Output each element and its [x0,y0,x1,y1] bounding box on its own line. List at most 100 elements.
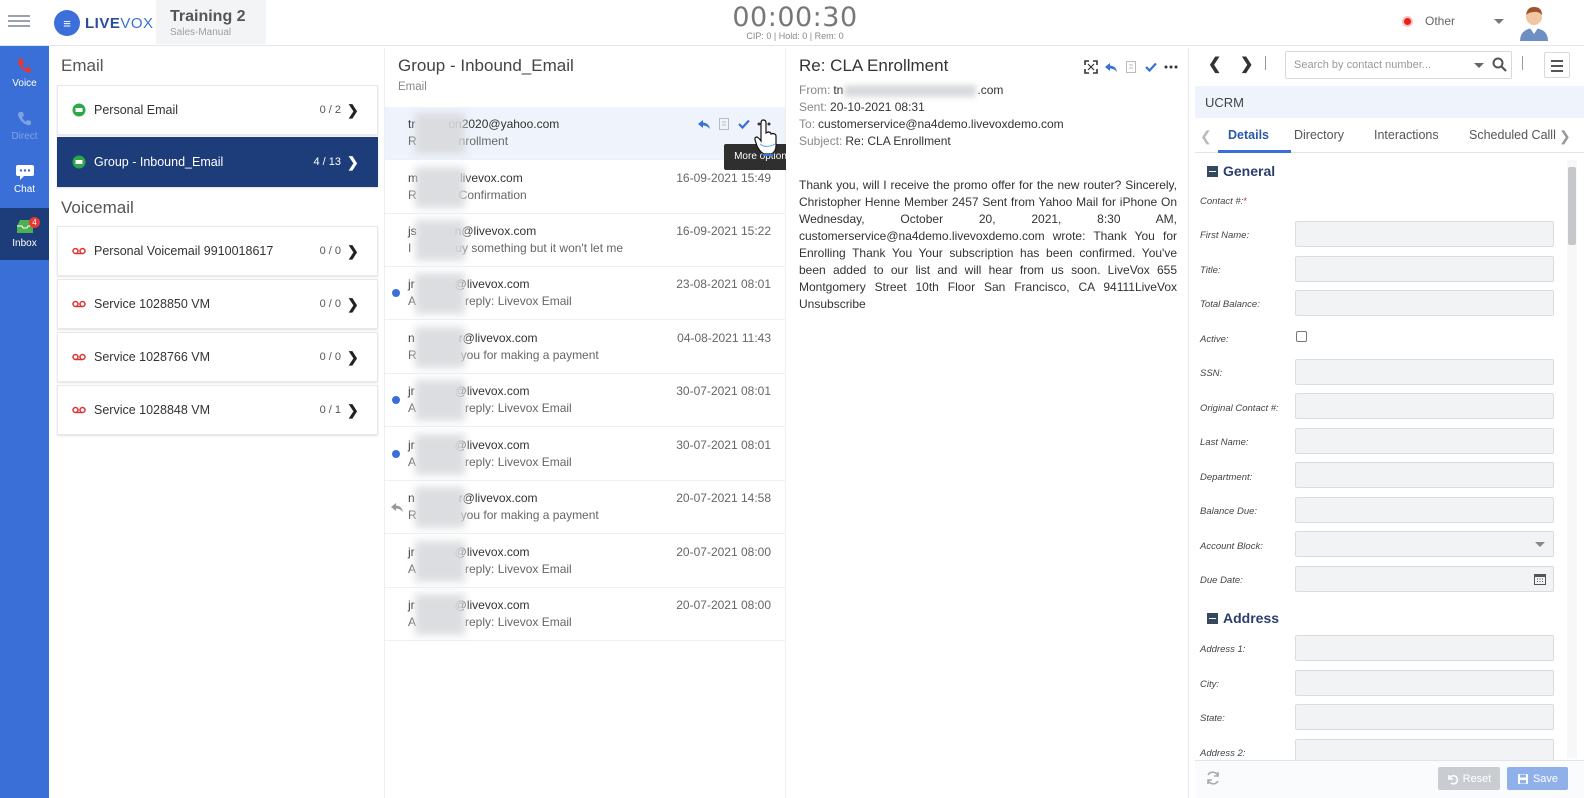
email-row[interactable]: n r@livevox.com Ryou for making a payment… [385,321,785,374]
total-balance-field[interactable] [1295,290,1554,316]
email-list-title: Group - Inbound_Email [398,56,574,75]
active-checkbox[interactable] [1296,331,1307,342]
status-dropdown-caret-icon[interactable] [1494,19,1504,24]
field-label: Total Balance: [1200,299,1260,310]
livevox-logo: ≡ LIVEVOX [54,9,154,37]
mailbox-personal-voicemail[interactable]: Personal Voicemail 9910018617 0 / 0 ❯ [57,226,378,276]
reply-icon[interactable] [697,117,711,131]
save-icon [1517,773,1528,784]
nav-inbox-label: Inbox [12,238,37,249]
email-row[interactable]: n r@livevox.com Ryou for making a payment… [385,481,785,534]
redacted-blur [844,84,977,97]
campaign-name: Training 2 [170,8,246,25]
nav-voice[interactable]: Voice [0,48,49,100]
call-timer: 00:00:30 CIP: 0 | Hold: 0 | Rem: 0 [700,2,890,41]
nav-direct: Direct [0,101,49,153]
agent-status[interactable]: Other [1402,14,1455,28]
department-field[interactable] [1295,462,1554,488]
email-subject-title: Re: CLA Enrollment [799,56,949,75]
expand-icon[interactable] [1084,60,1098,74]
email-row[interactable]: jr @livevox.com Areply: Livevox Email 30-… [385,374,785,427]
nav-chat[interactable]: Chat [0,154,49,206]
field-label: Active: [1200,334,1229,345]
search-type-dropdown-icon[interactable] [1474,63,1484,68]
mailbox-panel: Email Personal Email 0 / 2 ❯ Group - Inb… [49,48,385,798]
city-field[interactable] [1295,670,1554,696]
title-field[interactable] [1295,256,1554,282]
tab-interactions[interactable]: Interactions [1374,128,1439,142]
section-general[interactable]: General [1207,163,1275,179]
copy-icon[interactable] [1124,60,1138,74]
mailbox-label: Personal Voicemail 9910018617 [94,244,274,258]
refresh-icon[interactable] [1205,770,1221,786]
crm-panel: ❮ ❯ UCRM ❮ Details Directory Interaction… [1190,48,1584,798]
forward-arrow-icon[interactable]: ❯ [1240,54,1253,74]
first-name-field[interactable] [1295,221,1554,247]
field-label: Title: [1200,265,1221,276]
save-button[interactable]: Save [1507,767,1568,790]
last-name-field[interactable] [1295,428,1554,454]
field-label: Department: [1200,472,1253,483]
email-row[interactable]: jr @livevox.com Areply: Livevox Email 20-… [385,588,785,641]
mailbox-service-1028848[interactable]: Service 1028848 VM 0 / 1 ❯ [57,385,378,435]
redacted-blur [415,220,465,261]
voicemail-section-title: Voicemail [61,198,134,217]
nav-inbox[interactable]: 4 Inbox [0,208,49,260]
ssn-field[interactable] [1295,359,1554,385]
reset-button[interactable]: Reset [1438,767,1500,790]
tab-directory[interactable]: Directory [1294,128,1344,142]
due-date-field[interactable] [1295,566,1554,592]
email-date: 20-07-2021 08:00 [676,598,771,612]
crm-scrollbar[interactable] [1567,160,1577,758]
address1-field[interactable] [1295,635,1554,661]
state-field[interactable] [1295,704,1554,730]
address2-field[interactable] [1295,739,1554,760]
calendar-icon[interactable] [1534,573,1546,585]
divider [1522,56,1523,70]
crm-menu-icon[interactable] [1544,52,1570,78]
agent-avatar[interactable] [1514,3,1554,41]
unread-dot-icon [392,289,400,297]
original-contact-field[interactable] [1295,393,1554,419]
timer-clock: 00:00:30 [732,2,858,33]
mailbox-personal-email[interactable]: Personal Email 0 / 2 ❯ [57,85,378,135]
email-list-subtitle: Email [398,81,427,93]
scrollbar-thumb[interactable] [1568,167,1576,245]
tab-details[interactable]: Details [1228,128,1269,142]
email-row[interactable]: jr @livevox.com Areply: Livevox Email 23-… [385,267,785,320]
nav-voice-label: Voice [12,78,37,89]
more-options-icon[interactable] [1164,60,1178,74]
redacted-blur [415,327,465,368]
back-arrow-icon[interactable]: ❮ [1208,54,1221,74]
nav-direct-label: Direct [11,131,38,142]
field-label: Last Name: [1200,437,1249,448]
logo-text: LIVEVOX [85,14,154,32]
section-address[interactable]: Address [1207,610,1279,626]
balance-due-field[interactable] [1295,497,1554,523]
tabs-scroll-left-icon[interactable]: ❮ [1200,128,1212,145]
email-row[interactable]: jr @livevox.com Areply: Livevox Email 20-… [385,535,785,588]
nav-chat-label: Chat [13,184,36,195]
check-icon[interactable] [1144,60,1158,74]
search-icon[interactable] [1492,57,1507,72]
hamburger-menu-icon[interactable] [8,12,30,32]
tabs-scroll-right-icon[interactable]: ❯ [1559,128,1571,145]
account-block-select[interactable] [1295,531,1554,557]
voicemail-icon [72,247,86,255]
contact-search-input[interactable] [1294,57,1464,73]
check-icon[interactable] [737,117,751,131]
crm-header: UCRM [1195,86,1584,118]
field-label: Due Date: [1200,575,1243,586]
mailbox-service-1028766[interactable]: Service 1028766 VM 0 / 0 ❯ [57,332,378,382]
copy-icon[interactable] [717,117,731,131]
chevron-right-icon: ❯ [347,101,359,118]
tab-scheduled-calls[interactable]: Scheduled Calll [1469,128,1556,142]
mailbox-service-1028850[interactable]: Service 1028850 VM 0 / 0 ❯ [57,279,378,329]
mailbox-group-inbound-email[interactable]: Group - Inbound_Email 4 / 13 ❯ [57,137,378,187]
email-date: 23-08-2021 08:01 [676,277,771,291]
email-row[interactable]: jr @livevox.com Areply: Livevox Email 30-… [385,428,785,481]
email-subject-line: Subject: Re: CLA Enrollment [799,134,951,148]
mailbox-count: 4 / 13 [313,156,341,168]
reply-icon[interactable] [1104,60,1118,74]
email-row[interactable]: js n@livevox.com Iuy something but it won… [385,214,785,267]
